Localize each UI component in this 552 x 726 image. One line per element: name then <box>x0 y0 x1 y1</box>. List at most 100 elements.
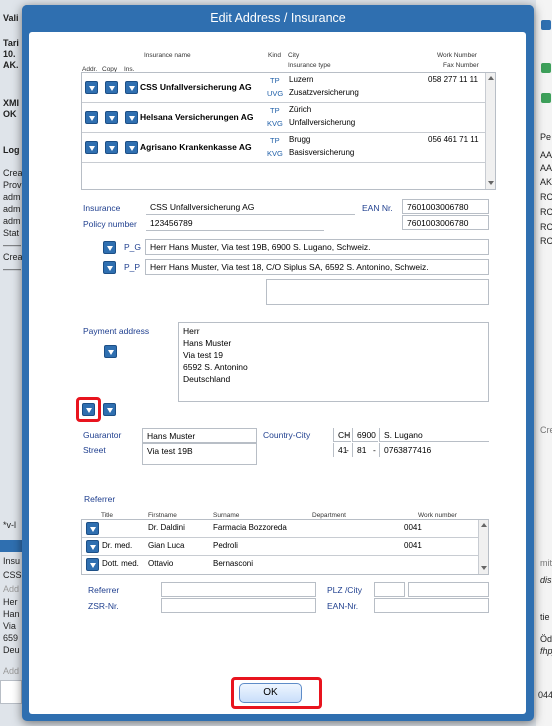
pp-dropdown-icon[interactable] <box>103 261 116 274</box>
bg-text: RC <box>540 236 552 246</box>
bg-text: —— <box>3 264 21 274</box>
header-kind: Kind <box>268 52 282 59</box>
insurance-field[interactable]: CSS Unfallversicherung AG <box>146 200 355 215</box>
insurance-label: Insurance <box>83 203 121 213</box>
bg-text: tie c <box>540 612 552 622</box>
bg-text: *v-l <box>3 520 16 530</box>
referrer-row[interactable]: Dott. med. Ottavio Bernasconi <box>82 556 478 573</box>
scroll-up-icon[interactable] <box>481 523 487 527</box>
referrer-row[interactable]: Dr. Daldini Farmacia Bozzoreda 0041 <box>82 520 478 537</box>
bg-text: RC <box>540 222 552 232</box>
phone-number-field[interactable]: 0763877416 <box>379 443 489 457</box>
referrer-table-scrollbar[interactable] <box>478 520 488 574</box>
bg-text: XMI <box>3 98 20 108</box>
payment-dropdown-icon[interactable] <box>104 345 117 358</box>
header-fax-number: Fax Number <box>443 62 479 69</box>
referrer-firstname: Dr. Daldini <box>148 523 185 532</box>
guarantor-copy-dropdown-icon[interactable] <box>103 403 116 416</box>
city-field[interactable]: S. Lugano <box>379 428 489 442</box>
referrer-dropdown-icon[interactable] <box>86 522 99 535</box>
bg-text: 044. <box>538 690 552 700</box>
copy-dropdown-icon[interactable] <box>105 111 118 124</box>
header-insurance-name: Insurance name <box>144 52 191 59</box>
payment-line: Via test 19 <box>183 350 224 360</box>
scroll-down-icon[interactable] <box>481 566 487 570</box>
referrer-title: Dott. med. <box>102 559 139 568</box>
kind-tag: UVG <box>267 89 284 98</box>
insurance-city: Zürich <box>289 105 312 114</box>
copy-dropdown-icon[interactable] <box>105 141 118 154</box>
insurance-table-scrollbar[interactable] <box>485 73 495 189</box>
bg-text: mitte <box>540 558 552 568</box>
insurance-table: CSS Unfallversicherung AG TP UVG Luzern … <box>81 72 496 190</box>
bg-text: RC <box>540 192 552 202</box>
ins-dropdown-icon[interactable] <box>125 111 138 124</box>
insurance-type: Zusatzversicherung <box>289 88 359 97</box>
ean-label: EAN Nr. <box>362 203 393 213</box>
insurance-row[interactable]: CSS Unfallversicherung AG TP UVG Luzern … <box>82 73 485 102</box>
zsr-field[interactable] <box>161 598 316 613</box>
ins-dropdown-icon[interactable] <box>125 81 138 94</box>
kind-tag: TP <box>270 136 280 145</box>
insurance-row[interactable]: Agrisano Krankenkasse AG TP KVG Brugg Ba… <box>82 133 485 162</box>
payment-line: Deutschland <box>183 374 231 384</box>
dash: - <box>373 445 376 455</box>
pg-address-field[interactable]: Herr Hans Muster, Via test 19B, 6900 S. … <box>145 239 489 255</box>
bg-text: Add <box>3 666 20 676</box>
bg-text: Deu <box>3 645 20 655</box>
extra-address-field[interactable] <box>266 279 489 305</box>
header-city: City <box>288 52 300 59</box>
insurance-row[interactable]: Helsana Versicherungen AG TP KVG Zürich … <box>82 103 485 132</box>
bg-text: Stat <box>3 228 20 238</box>
referrer-surname: Pedroli <box>213 541 238 550</box>
dash: - <box>346 445 349 455</box>
pg-label: P_G <box>124 242 142 252</box>
plz-field[interactable] <box>374 582 405 597</box>
pg-dropdown-icon[interactable] <box>103 241 116 254</box>
bg-text: AK <box>540 177 552 187</box>
ean-field[interactable]: 7601003006780 <box>402 199 489 214</box>
addr-dropdown-icon[interactable] <box>85 111 98 124</box>
payment-line: 6592 S. Antonino <box>183 362 248 372</box>
insurance-type: Basisversicherung <box>289 148 355 157</box>
referrer-field[interactable] <box>161 582 316 597</box>
kind-tag: KVG <box>267 119 283 128</box>
bg-text: Cre <box>540 425 552 435</box>
ean-field-2[interactable]: 7601003006780 <box>402 215 489 230</box>
referrer-dropdown-icon[interactable] <box>86 540 99 553</box>
addr-dropdown-icon[interactable] <box>85 141 98 154</box>
bg-text: Log <box>3 145 20 155</box>
policy-number-field[interactable]: 123456789 <box>146 216 324 231</box>
street-field[interactable]: Via test 19B <box>142 443 257 465</box>
pp-address-field[interactable]: Herr Hans Muster, Via test 18, C/O Siplu… <box>145 259 489 275</box>
ins-dropdown-icon[interactable] <box>125 141 138 154</box>
highlight-frame <box>76 397 101 422</box>
payment-address-box[interactable]: Herr Hans Muster Via test 19 6592 S. Ant… <box>178 322 489 402</box>
ok-button[interactable]: OK <box>239 683 302 703</box>
bg-text: adm <box>3 192 21 202</box>
header-title: Title <box>101 512 114 519</box>
pp-label: P_P <box>124 262 141 272</box>
scroll-down-icon[interactable] <box>488 181 494 185</box>
kind-tag: TP <box>270 76 280 85</box>
guarantor-field[interactable]: Hans Muster <box>142 428 257 443</box>
referrer-title: Dr. med. <box>102 541 133 550</box>
insurance-number: 056 461 71 11 <box>428 135 479 144</box>
referrer-dropdown-icon[interactable] <box>86 558 99 571</box>
referrer-label: Referrer <box>88 585 120 595</box>
zsr-label: ZSR-Nr. <box>88 601 119 611</box>
addr-dropdown-icon[interactable] <box>85 81 98 94</box>
referrer-firstname: Ottavio <box>148 559 174 568</box>
referrer-city-field[interactable] <box>408 582 489 597</box>
bg-text: Crea <box>3 252 23 262</box>
bg-green-box <box>541 63 551 73</box>
scroll-up-icon[interactable] <box>488 76 494 80</box>
payment-line: Hans Muster <box>183 338 232 348</box>
referrer-row[interactable]: Dr. med. Gian Luca Pedroli 0041 <box>82 538 478 555</box>
zip-field[interactable]: 6900 <box>352 428 378 442</box>
phone-area-field[interactable]: 81 <box>352 443 372 457</box>
referrer-ean-field[interactable] <box>374 598 489 613</box>
kind-tag: TP <box>270 106 280 115</box>
plz-city-label: PLZ /City <box>327 585 362 595</box>
copy-dropdown-icon[interactable] <box>105 81 118 94</box>
